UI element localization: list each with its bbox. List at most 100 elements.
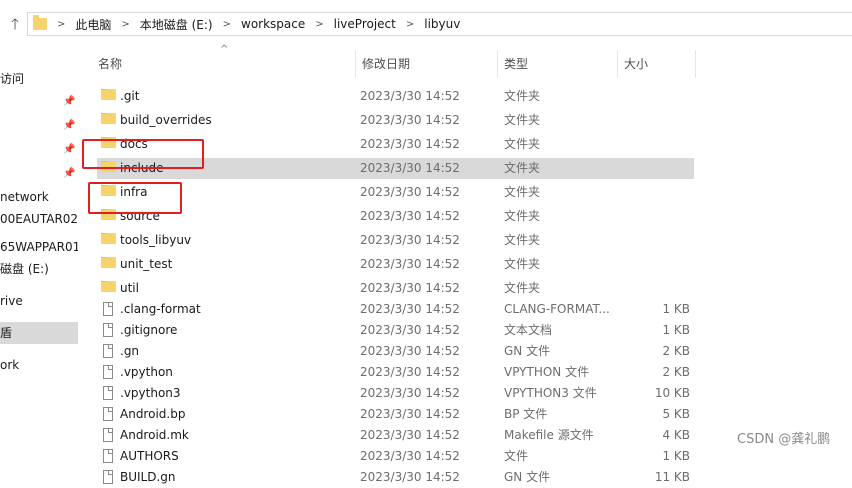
chevron-right-icon[interactable]: > <box>223 19 231 30</box>
nav-item-quick-access[interactable]: 访问 <box>0 68 78 90</box>
table-row[interactable]: .git 2023/3/30 14:52 文件夹 <box>97 86 697 107</box>
breadcrumb-this-pc[interactable]: 此电脑 <box>75 16 111 33</box>
table-row[interactable]: util 2023/3/30 14:52 文件夹 <box>97 278 697 299</box>
file-name: Android.mk <box>120 428 189 442</box>
table-row[interactable]: build_overrides 2023/3/30 14:52 文件夹 <box>97 110 697 131</box>
nav-item-drive[interactable]: rive <box>0 290 78 312</box>
file-icon <box>103 365 113 379</box>
nav-item-network-2[interactable]: ork <box>0 354 78 376</box>
table-row[interactable]: .gn 2023/3/30 14:52 GN 文件 2 KB <box>97 341 697 362</box>
file-type: BP 文件 <box>504 407 548 421</box>
column-size[interactable]: 大小 <box>618 50 696 78</box>
pin-icon[interactable]: 📌 <box>63 144 75 155</box>
pin-icon[interactable]: 📌 <box>63 96 75 107</box>
nav-item-selected[interactable]: 盾 <box>0 322 78 344</box>
chevron-right-icon[interactable]: > <box>315 19 323 30</box>
file-type: 文件夹 <box>504 137 541 151</box>
chevron-right-icon[interactable]: > <box>406 19 414 30</box>
chevron-right-icon[interactable]: > <box>121 19 129 30</box>
table-row[interactable]: BUILD.gn 2023/3/30 14:52 GN 文件 11 KB <box>97 467 697 488</box>
file-date-modified: 2023/3/30 14:52 <box>360 407 460 421</box>
file-type: 文本文档 <box>504 323 553 337</box>
red-highlight-box-source <box>88 182 182 214</box>
file-date-modified: 2023/3/30 14:52 <box>360 137 460 151</box>
file-type: 文件 <box>504 449 529 463</box>
chevron-right-icon[interactable]: > <box>57 19 65 30</box>
file-name: unit_test <box>120 257 173 271</box>
breadcrumb-liveproject[interactable]: liveProject <box>334 17 396 31</box>
nav-item-host-2[interactable]: 65WAPPAR01/ <box>0 236 78 258</box>
file-name: tools_libyuv <box>120 233 192 247</box>
file-date-modified: 2023/3/30 14:52 <box>360 257 460 271</box>
file-type: GN 文件 <box>504 344 551 358</box>
column-name[interactable]: 名称 <box>92 50 356 78</box>
file-icon <box>103 344 113 358</box>
file-icon <box>103 470 113 484</box>
table-row[interactable]: tools_libyuv 2023/3/30 14:52 文件夹 <box>97 230 697 251</box>
breadcrumb-libyuv[interactable]: libyuv <box>424 17 460 31</box>
file-name: Android.bp <box>120 407 186 421</box>
file-type: 文件夹 <box>504 185 541 199</box>
folder-icon <box>101 89 116 100</box>
table-row[interactable]: .vpython 2023/3/30 14:52 VPYTHON 文件 2 KB <box>97 362 697 383</box>
file-icon <box>103 386 113 400</box>
file-icon <box>103 428 113 442</box>
file-date-modified: 2023/3/30 14:52 <box>360 323 460 337</box>
file-date-modified: 2023/3/30 14:52 <box>360 185 460 199</box>
column-header: ^ 名称 修改日期 类型 大小 <box>80 44 696 78</box>
file-name: .gitignore <box>120 323 178 337</box>
file-name: .clang-format <box>120 302 201 316</box>
file-type: VPYTHON 文件 <box>504 365 590 379</box>
column-type[interactable]: 类型 <box>498 50 618 78</box>
folder-icon <box>101 233 116 244</box>
file-date-modified: 2023/3/30 14:52 <box>360 344 460 358</box>
file-date-modified: 2023/3/30 14:52 <box>360 233 460 247</box>
file-type: 文件夹 <box>504 89 541 103</box>
table-row[interactable]: .vpython3 2023/3/30 14:52 VPYTHON3 文件 10 KB <box>97 383 697 404</box>
file-date-modified: 2023/3/30 14:52 <box>360 302 460 316</box>
file-date-modified: 2023/3/30 14:52 <box>360 386 460 400</box>
file-size: 1 KB <box>662 323 690 337</box>
file-type: 文件夹 <box>504 233 541 247</box>
file-name: build_overrides <box>120 113 212 127</box>
file-type: Makefile 源文件 <box>504 428 594 442</box>
table-row[interactable]: Android.mk 2023/3/30 14:52 Makefile 源文件 4 K… <box>97 425 697 446</box>
navigation-pane: 访问 📌 📌 📌 📌 network 00EAUTAR02A 65WAPPAR0… <box>0 40 80 452</box>
address-bar[interactable]: > 此电脑 > 本地磁盘 (E:) > workspace > liveProj… <box>27 12 852 36</box>
file-date-modified: 2023/3/30 14:52 <box>360 428 460 442</box>
file-date-modified: 2023/3/30 14:52 <box>360 209 460 223</box>
table-row[interactable]: source 2023/3/30 14:52 文件夹 <box>97 206 697 227</box>
up-arrow-icon[interactable]: 🡑 <box>6 15 24 33</box>
table-row[interactable]: .clang-format 2023/3/30 14:52 CLANG-FORMAT… <box>97 299 697 320</box>
pin-icon[interactable]: 📌 <box>63 168 75 179</box>
pin-icon[interactable]: 📌 <box>63 120 75 131</box>
table-row[interactable]: .gitignore 2023/3/30 14:52 文本文档 1 KB <box>97 320 697 341</box>
file-name: .git <box>120 89 140 103</box>
file-type: CLANG-FORMAT... <box>504 302 610 316</box>
watermark: CSDN @龚礼鹏 <box>737 432 831 447</box>
table-row[interactable]: AUTHORS 2023/3/30 14:52 文件 1 KB <box>97 446 697 467</box>
file-type: 文件夹 <box>504 161 541 175</box>
file-date-modified: 2023/3/30 14:52 <box>360 449 460 463</box>
red-highlight-box-include <box>82 139 204 169</box>
file-size: 10 KB <box>654 386 690 400</box>
file-size: 2 KB <box>662 365 690 379</box>
file-type: 文件夹 <box>504 281 541 295</box>
nav-item-drive-e[interactable]: 磁盘 (E:) <box>0 258 78 280</box>
file-date-modified: 2023/3/30 14:52 <box>360 365 460 379</box>
nav-item-network[interactable]: network <box>0 186 78 208</box>
file-size: 5 KB <box>662 407 690 421</box>
breadcrumb-drive-e[interactable]: 本地磁盘 (E:) <box>140 16 213 33</box>
table-row[interactable]: infra 2023/3/30 14:52 文件夹 <box>97 182 697 203</box>
column-date-modified[interactable]: 修改日期 <box>356 50 498 78</box>
breadcrumb-workspace[interactable]: workspace <box>241 17 305 31</box>
file-name: .vpython <box>120 365 173 379</box>
file-date-modified: 2023/3/30 14:52 <box>360 89 460 103</box>
table-row[interactable]: Android.bp 2023/3/30 14:52 BP 文件 5 KB <box>97 404 697 425</box>
file-name: util <box>120 281 139 295</box>
table-row[interactable]: unit_test 2023/3/30 14:52 文件夹 <box>97 254 697 275</box>
file-icon <box>103 323 113 337</box>
file-name: BUILD.gn <box>120 470 176 484</box>
folder-icon <box>101 257 116 268</box>
nav-item-host-1[interactable]: 00EAUTAR02A <box>0 208 78 230</box>
